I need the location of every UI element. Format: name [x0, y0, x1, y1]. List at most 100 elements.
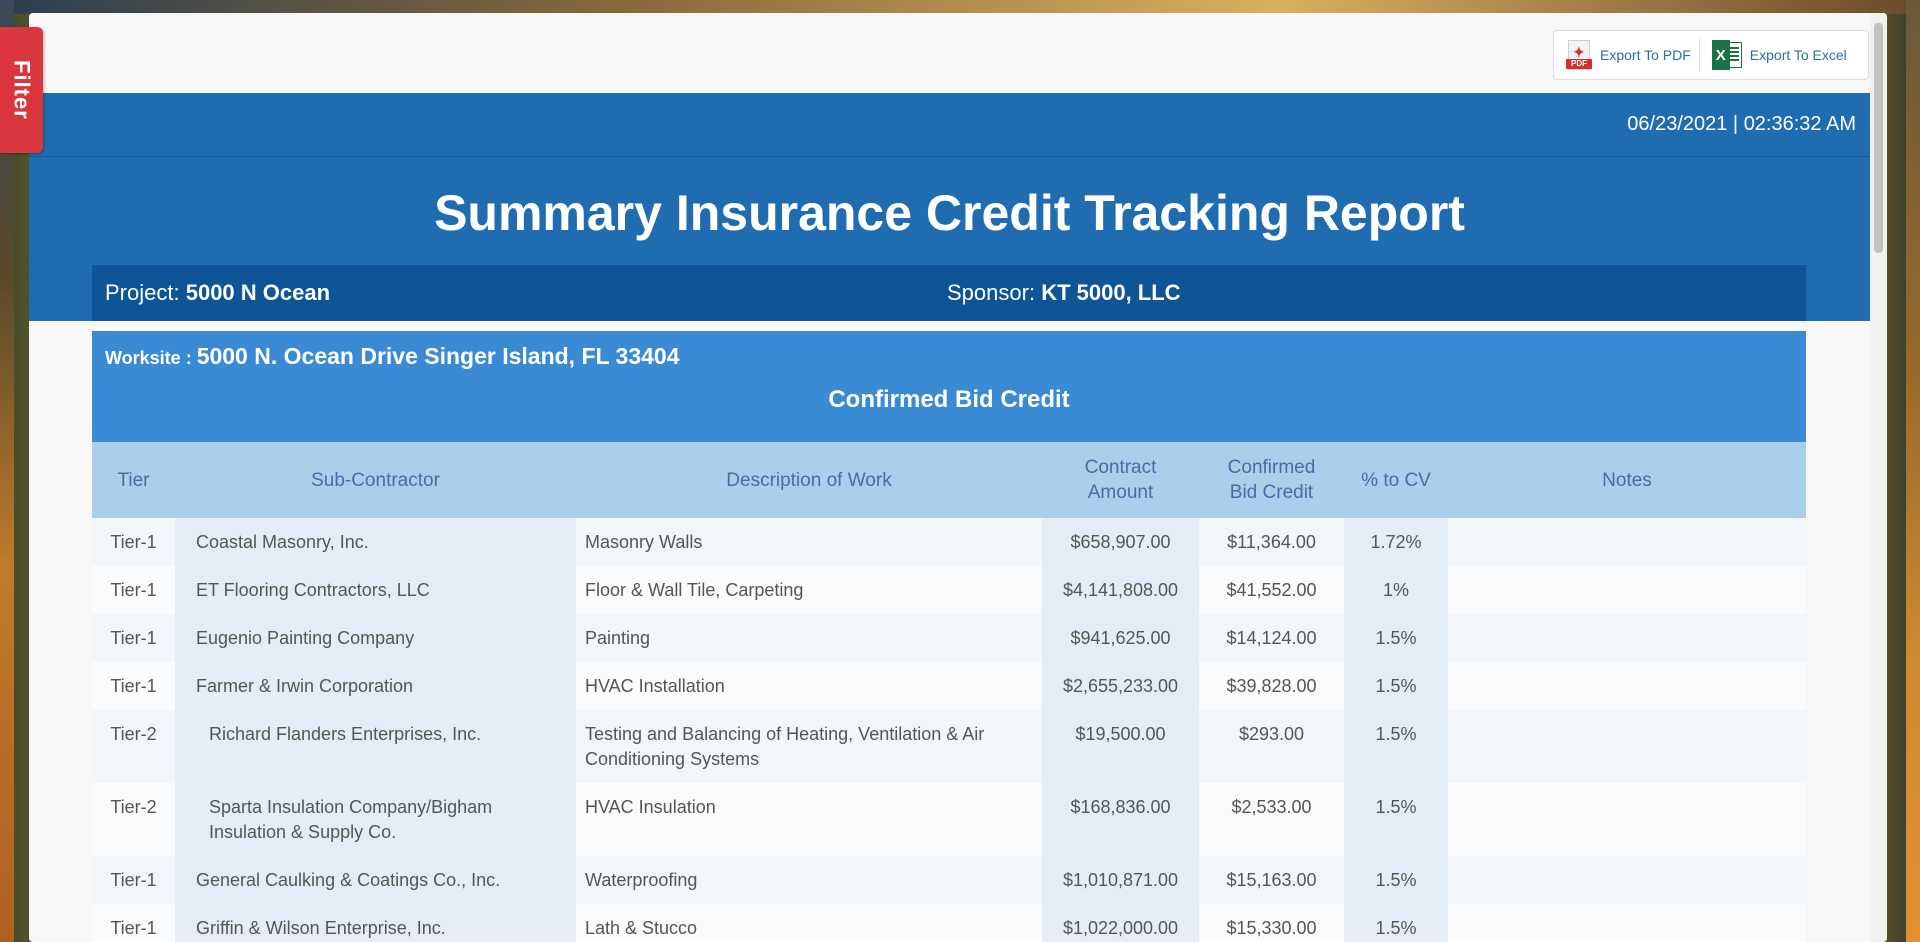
cell-bid-credit: $14,124.00 [1199, 614, 1344, 662]
cell-bid-credit: $15,163.00 [1199, 856, 1344, 904]
cell-description: Waterproofing [576, 856, 1042, 904]
desktop-background-top [0, 0, 1920, 14]
cell-contract-amount: $941,625.00 [1042, 614, 1199, 662]
cell-pct-cv: 1.5% [1344, 662, 1448, 710]
cell-notes [1448, 856, 1806, 904]
cell-pct-cv: 1.5% [1344, 783, 1448, 856]
column-header-tier: Tier [92, 442, 175, 518]
report-header: 06/23/2021 | 02:36:32 AM Summary Insuran… [29, 93, 1870, 321]
cell-bid-credit: $2,533.00 [1199, 783, 1344, 856]
export-pdf-label: Export To PDF [1600, 47, 1691, 63]
cell-contract-amount: $168,836.00 [1042, 783, 1199, 856]
report-datetime: 06/23/2021 | 02:36:32 AM [1627, 113, 1856, 135]
cell-bid-credit: $41,552.00 [1199, 566, 1344, 614]
desktop-background-right [1906, 0, 1920, 942]
cell-notes [1448, 783, 1806, 856]
filter-tab-label: Filter [9, 60, 35, 120]
filter-tab-button[interactable]: Filter [0, 27, 43, 153]
cell-bid-credit: $15,330.00 [1199, 904, 1344, 942]
cell-notes [1448, 518, 1806, 566]
table-row: Tier-1 ET Flooring Contractors, LLC Floor … [92, 566, 1806, 614]
cell-contract-amount: $658,907.00 [1042, 518, 1199, 566]
project-value: 5000 N Ocean [185, 280, 331, 305]
export-excel-label: Export To Excel [1749, 47, 1847, 63]
project-label: Project: [105, 280, 180, 305]
pdf-file-icon: ✦ PDF [1566, 40, 1592, 70]
cell-contract-amount: $4,141,808.00 [1042, 566, 1199, 614]
scrollbar-thumb[interactable] [1874, 23, 1883, 253]
cell-notes [1448, 614, 1806, 662]
column-header-pct-cv: % to CV [1344, 442, 1448, 518]
cell-tier: Tier-1 [92, 856, 175, 904]
cell-sub-contractor: ET Flooring Contractors, LLC [175, 566, 576, 614]
cell-pct-cv: 1% [1344, 566, 1448, 614]
table-row: Tier-1 Farmer & Irwin Corporation HVAC Ins… [92, 662, 1806, 710]
table-row: Tier-1 Coastal Masonry, Inc. Masonry Walls… [92, 518, 1806, 566]
cell-sub-contractor: Eugenio Painting Company [175, 614, 576, 662]
excel-file-icon: X [1711, 40, 1742, 70]
project-info: Project: 5000 N Ocean [92, 280, 947, 306]
cell-pct-cv: 1.5% [1344, 614, 1448, 662]
cell-pct-cv: 1.72% [1344, 518, 1448, 566]
table-row: Tier-2 Richard Flanders Enterprises, Inc.… [92, 710, 1806, 783]
worksite-header: Worksite : 5000 N. Ocean Drive Singer Is… [92, 331, 1806, 442]
cell-tier: Tier-1 [92, 518, 175, 566]
cell-tier: Tier-2 [92, 710, 175, 783]
table-header-row: Tier Sub-Contractor Description of Work … [92, 442, 1806, 518]
table-row: Tier-1 General Caulking & Coatings Co., I… [92, 856, 1806, 904]
cell-contract-amount: $2,655,233.00 [1042, 662, 1199, 710]
column-header-bid-credit: Confirmed Bid Credit [1199, 442, 1344, 518]
report-title: Summary Insurance Credit Tracking Report [434, 185, 1465, 241]
cell-description: Floor & Wall Tile, Carpeting [576, 566, 1042, 614]
cell-tier: Tier-1 [92, 614, 175, 662]
cell-description: Testing and Balancing of Heating, Ventil… [576, 710, 1042, 783]
project-sponsor-bar: Project: 5000 N Ocean Sponsor: KT 5000, … [92, 265, 1806, 321]
export-excel-button[interactable]: X Export To Excel [1700, 31, 1855, 79]
table-row: Tier-1 Griffin & Wilson Enterprise, Inc. L… [92, 904, 1806, 942]
worksite-label: Worksite : [105, 348, 192, 368]
export-pdf-button[interactable]: ✦ PDF Export To PDF [1554, 31, 1699, 79]
cell-pct-cv: 1.5% [1344, 856, 1448, 904]
cell-contract-amount: $19,500.00 [1042, 710, 1199, 783]
cell-bid-credit: $39,828.00 [1199, 662, 1344, 710]
vertical-scrollbar[interactable] [1870, 13, 1887, 942]
column-header-description: Description of Work [576, 442, 1042, 518]
cell-notes [1448, 904, 1806, 942]
cell-description: Painting [576, 614, 1042, 662]
cell-description: Masonry Walls [576, 518, 1042, 566]
cell-sub-contractor: Richard Flanders Enterprises, Inc. [175, 710, 576, 783]
cell-pct-cv: 1.5% [1344, 710, 1448, 783]
credit-table: Tier Sub-Contractor Description of Work … [92, 442, 1806, 942]
cell-sub-contractor: Griffin & Wilson Enterprise, Inc. [175, 904, 576, 942]
cell-tier: Tier-1 [92, 904, 175, 942]
sponsor-value: KT 5000, LLC [1041, 280, 1181, 305]
cell-notes [1448, 566, 1806, 614]
cell-description: HVAC Installation [576, 662, 1042, 710]
table-row: Tier-1 Eugenio Painting Company Painting $9… [92, 614, 1806, 662]
cell-notes [1448, 710, 1806, 783]
cell-bid-credit: $293.00 [1199, 710, 1344, 783]
sponsor-label: Sponsor: [947, 280, 1036, 305]
cell-sub-contractor: Coastal Masonry, Inc. [175, 518, 576, 566]
column-header-notes: Notes [1448, 442, 1806, 518]
column-header-contract-amount: Contract Amount [1042, 442, 1199, 518]
sponsor-info: Sponsor: KT 5000, LLC [947, 280, 1181, 306]
cell-tier: Tier-2 [92, 783, 175, 856]
worksite-value: 5000 N. Ocean Drive Singer Island, FL 33… [196, 343, 680, 369]
cell-contract-amount: $1,010,871.00 [1042, 856, 1199, 904]
cell-contract-amount: $1,022,000.00 [1042, 904, 1199, 942]
cell-sub-contractor: General Caulking & Coatings Co., Inc. [175, 856, 576, 904]
cell-pct-cv: 1.5% [1344, 904, 1448, 942]
export-toolbar: ✦ PDF Export To PDF X Export To Excel [1553, 30, 1869, 80]
section-title: Confirmed Bid Credit [828, 386, 1070, 413]
cell-tier: Tier-1 [92, 662, 175, 710]
cell-description: HVAC Insulation [576, 783, 1042, 856]
cell-sub-contractor: Farmer & Irwin Corporation [175, 662, 576, 710]
cell-description: Lath & Stucco [576, 904, 1042, 942]
cell-tier: Tier-1 [92, 566, 175, 614]
column-header-sub-contractor: Sub-Contractor [175, 442, 576, 518]
cell-bid-credit: $11,364.00 [1199, 518, 1344, 566]
table-row: Tier-2 Sparta Insulation Company/Bigham I… [92, 783, 1806, 856]
cell-notes [1448, 662, 1806, 710]
cell-sub-contractor: Sparta Insulation Company/Bigham Insulat… [175, 783, 576, 856]
